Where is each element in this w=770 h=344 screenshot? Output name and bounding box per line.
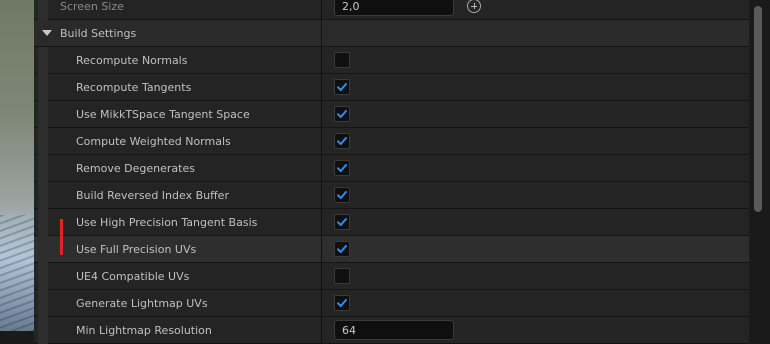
property-label: Generate Lightmap UVs xyxy=(76,296,208,310)
property-row-use-high-precision-tangent-basis: Use High Precision Tangent Basis xyxy=(34,209,749,236)
caret-down-icon[interactable] xyxy=(42,30,52,36)
build-reversed-index-buffer-checkbox[interactable] xyxy=(334,187,350,203)
property-row-build-reversed-index-buffer: Build Reversed Index Buffer xyxy=(34,182,749,209)
min-lightmap-resolution-label: Min Lightmap Resolution xyxy=(76,323,212,337)
screen-size-label: Screen Size xyxy=(60,0,124,13)
screen-size-input[interactable]: 2,0 xyxy=(334,0,454,16)
property-row-ue4-compatible-uvs: UE4 Compatible UVs xyxy=(34,263,749,290)
recompute-normals-checkbox[interactable] xyxy=(334,52,350,68)
property-label: Use High Precision Tangent Basis xyxy=(76,215,258,229)
viewport-strip xyxy=(0,0,34,331)
property-row-generate-lightmap-uvs: Generate Lightmap UVs xyxy=(34,290,749,317)
details-panel: Screen Size 2,0 Build Settings Recompute… xyxy=(34,0,770,344)
use-high-precision-tangent-basis-checkbox[interactable] xyxy=(334,214,350,230)
checkmark-icon xyxy=(337,137,347,145)
generate-lightmap-uvs-checkbox[interactable] xyxy=(334,295,350,311)
use-mikktspace-tangent-space-checkbox[interactable] xyxy=(334,106,350,122)
property-label: Build Reversed Index Buffer xyxy=(76,188,229,202)
property-row-use-mikktspace-tangent-space: Use MikkTSpace Tangent Space xyxy=(34,101,749,128)
property-label: Use Full Precision UVs xyxy=(76,242,197,256)
recompute-tangents-checkbox[interactable] xyxy=(334,79,350,95)
property-label: UE4 Compatible UVs xyxy=(76,269,190,283)
build-settings-header[interactable]: Build Settings xyxy=(34,20,749,47)
checkmark-icon xyxy=(337,299,347,307)
compute-weighted-normals-checkbox[interactable] xyxy=(334,133,350,149)
checkmark-icon xyxy=(337,191,347,199)
property-row-recompute-normals: Recompute Normals xyxy=(34,47,749,74)
property-row-compute-weighted-normals: Compute Weighted Normals xyxy=(34,128,749,155)
property-row-remove-degenerates: Remove Degenerates xyxy=(34,155,749,182)
property-label: Compute Weighted Normals xyxy=(76,134,231,148)
checkmark-icon xyxy=(337,245,347,253)
property-row-use-full-precision-uvs: Use Full Precision UVs xyxy=(34,236,749,263)
checkmark-icon xyxy=(337,218,347,226)
checkmark-icon xyxy=(337,110,347,118)
property-label: Recompute Tangents xyxy=(76,80,192,94)
checkmark-icon xyxy=(337,164,347,172)
min-lightmap-resolution-input[interactable]: 64 xyxy=(334,320,454,340)
scroll-thumb[interactable] xyxy=(754,6,762,212)
property-row-recompute-tangents: Recompute Tangents xyxy=(34,74,749,101)
property-label: Recompute Normals xyxy=(76,53,188,67)
ue4-compatible-uvs-checkbox[interactable] xyxy=(334,268,350,284)
property-label: Remove Degenerates xyxy=(76,161,195,175)
screen-size-row: Screen Size 2,0 xyxy=(34,0,749,20)
scrollbar[interactable] xyxy=(750,0,770,331)
section-title: Build Settings xyxy=(60,26,137,40)
property-label: Use MikkTSpace Tangent Space xyxy=(76,107,250,121)
plus-circle-icon[interactable] xyxy=(467,0,481,13)
checkmark-icon xyxy=(337,83,347,91)
diff-marker xyxy=(60,219,63,255)
remove-degenerates-checkbox[interactable] xyxy=(334,160,350,176)
use-full-precision-uvs-checkbox[interactable] xyxy=(334,241,350,257)
